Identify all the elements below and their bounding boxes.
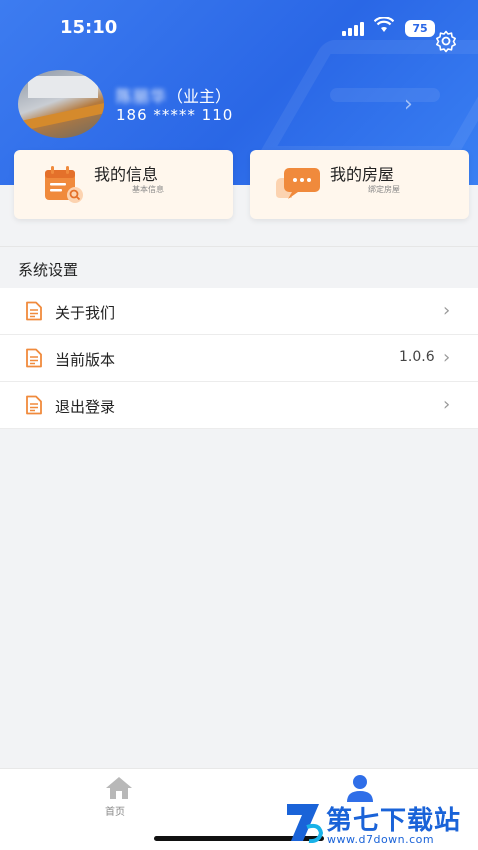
my-house-subtitle: 绑定房屋 xyxy=(368,185,400,194)
user-role: （业主） xyxy=(167,87,232,106)
version-value: 1.0.6 xyxy=(399,349,435,365)
status-time: 15:10 xyxy=(60,17,118,38)
avatar[interactable] xyxy=(18,70,104,138)
user-name: 陈丽华（业主） xyxy=(116,83,231,107)
menu-item-logout[interactable]: 退出登录 › xyxy=(0,382,478,429)
my-house-card[interactable]: 我的房屋 绑定房屋 xyxy=(250,150,469,219)
user-profile-icon xyxy=(347,775,373,802)
document-icon xyxy=(24,395,44,415)
menu-item-label: 当前版本 xyxy=(55,351,116,369)
menu-item-about-us[interactable]: 关于我们 › xyxy=(0,288,478,335)
signal-icon xyxy=(342,22,368,36)
header-decoration-bar xyxy=(330,88,440,102)
section-title: 系统设置 xyxy=(18,261,79,279)
system-settings-header: 系统设置 xyxy=(0,246,478,288)
chevron-right-icon: › xyxy=(443,394,451,415)
my-house-title: 我的房屋 xyxy=(330,165,395,184)
my-info-title: 我的信息 xyxy=(94,165,159,184)
profile-arrow-icon[interactable]: › xyxy=(404,92,413,117)
watermark-brand: 第七下载站 xyxy=(326,806,462,836)
user-phone: 186 ***** 110 xyxy=(116,106,234,124)
menu-item-label: 退出登录 xyxy=(55,398,116,416)
tab-mine[interactable] xyxy=(345,773,375,803)
chevron-right-icon: › xyxy=(443,347,451,368)
my-info-subtitle: 基本信息 xyxy=(132,185,164,194)
wifi-icon xyxy=(373,16,395,38)
menu-item-current-version[interactable]: 当前版本 1.0.6 › xyxy=(0,335,478,382)
document-icon xyxy=(24,348,44,368)
user-name-blurred: 陈丽华 xyxy=(116,87,168,106)
watermark-logo-icon xyxy=(285,801,324,844)
home-icon xyxy=(106,777,132,799)
battery-icon: 75 xyxy=(405,20,435,37)
tab-home-label[interactable]: 首页 xyxy=(105,803,125,818)
settings-gear-icon[interactable] xyxy=(434,29,458,53)
calendar-info-icon xyxy=(42,164,86,206)
document-icon xyxy=(24,301,44,321)
tab-home[interactable] xyxy=(104,775,134,805)
menu-item-label: 关于我们 xyxy=(55,304,116,322)
chat-house-icon xyxy=(272,164,320,206)
my-info-card[interactable]: 我的信息 基本信息 xyxy=(14,150,233,219)
watermark-url: www.d7down.com xyxy=(327,833,435,846)
settings-list: 关于我们 › 当前版本 1.0.6 › 退出登录 › xyxy=(0,288,478,429)
chevron-right-icon: › xyxy=(443,300,451,321)
